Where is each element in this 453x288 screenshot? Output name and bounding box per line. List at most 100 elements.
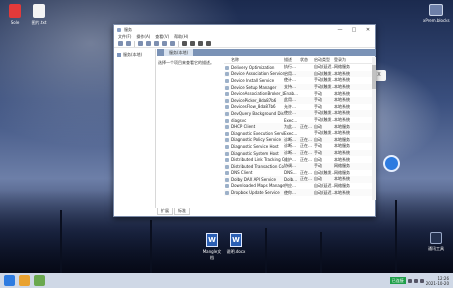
cell-logon-as: 网络服务 [334, 182, 350, 188]
service-icon [225, 65, 229, 70]
menu-help[interactable]: 帮助(H) [174, 34, 188, 40]
scrollbar-thumb[interactable] [372, 65, 376, 89]
desktop-icon[interactable]: W 说明.docx [225, 233, 247, 255]
title-bar[interactable]: 服务 — □ ✕ [114, 25, 375, 34]
volume-icon[interactable] [413, 278, 418, 283]
floating-assistant-bubble[interactable] [383, 155, 400, 172]
table-row[interactable]: Diagnostic System Host 诊断… 正在… 手动 本地系统 [224, 149, 376, 157]
connection-badge[interactable]: 已连接 [389, 277, 406, 284]
back-icon[interactable] [118, 41, 123, 46]
cell-logon-as: 本地系统 [334, 156, 350, 162]
desktop: Sole 图片.txt xPrem.blocks X W Mangle文档 W … [0, 0, 453, 288]
cell-description: 允许… [284, 103, 296, 109]
forward-icon[interactable] [126, 41, 131, 46]
window-title: 服务 [124, 26, 132, 32]
desktop-icon[interactable]: xPrem.blocks [423, 4, 450, 23]
app-icon[interactable] [34, 275, 45, 286]
pause-icon[interactable] [198, 41, 203, 46]
service-icon [225, 177, 229, 182]
table-row[interactable]: DNS Client DNS… 正在… 自动(触发… 网络服务 [224, 170, 376, 177]
desktop-icon[interactable]: 图片.txt [27, 4, 51, 26]
cell-status: 正在… [300, 176, 312, 182]
cell-startup-type: 自动(触发… [314, 169, 334, 175]
menu-view[interactable]: 查看(V) [155, 34, 169, 40]
column-header-description[interactable]: 描述 [284, 57, 300, 63]
column-header-startup-type[interactable]: 启动类型 [314, 57, 334, 63]
cell-logon-as: 本地系统 [334, 110, 350, 116]
table-row[interactable]: Distributed Transaction Co… 协调… 手动 网络服务 [224, 162, 376, 170]
minimize-button[interactable]: — [333, 27, 347, 33]
service-icon [225, 158, 229, 163]
restart-icon[interactable] [206, 41, 211, 46]
cell-name: Diagnostic Policy Service [224, 137, 284, 143]
services-app-icon [117, 27, 121, 32]
start-icon[interactable] [4, 275, 15, 286]
app-icon[interactable] [19, 275, 30, 286]
cell-logon-as: 网络服务 [334, 169, 350, 175]
tab-standard[interactable]: 标准 [174, 208, 190, 215]
stop-icon[interactable] [190, 41, 195, 46]
table-row[interactable]: Device Association Service 启用… 自动(触发… 本地系统 [224, 70, 376, 78]
play-icon[interactable] [182, 41, 187, 46]
table-row[interactable]: DeviceAssociationBroker_b… Enab… 手动 本地系统 [224, 90, 376, 97]
cell-name: Device Setup Manager [224, 85, 284, 90]
column-header-logon-as[interactable]: 登录为 [334, 57, 358, 63]
cell-startup-type: 手动(触发… [314, 117, 334, 123]
services-list: 名称 描述 状态 启动类型 登录为 Delivery Optimization 执… [224, 57, 376, 208]
cell-logon-as: 本地系统 [334, 150, 350, 156]
table-row[interactable]: Distributed Link Tracking C… 维护… 正在… 自动 本地系统 [224, 156, 376, 163]
menu-action[interactable]: 操作(A) [136, 34, 150, 40]
table-row[interactable]: Downloaded Maps Manager 供应… 自动(延迟… 网络服务 [224, 183, 376, 190]
tree-node-label: 服务(本地) [123, 52, 143, 57]
language-icon[interactable] [419, 278, 424, 283]
cell-logon-as: 本地系统 [334, 189, 350, 195]
table-row[interactable]: DHCP Client 为此… 正在… 自动 本地服务 [224, 123, 376, 130]
app-icon [429, 4, 443, 16]
table-row[interactable]: Dolby DAX API Service Dolb… 正在… 自动 本地系统 [224, 176, 376, 183]
cell-description: 启用… [284, 70, 296, 76]
refresh-icon[interactable] [154, 41, 159, 46]
table-row[interactable]: Diagnostic Execution Service Exec… 手动(触发… 本… [224, 130, 376, 137]
desktop-icon[interactable]: 通讯工具 [424, 232, 448, 252]
cell-logon-as: 本地服务 [334, 123, 350, 129]
tree-node-services-local[interactable]: 服务(本地) [115, 49, 155, 61]
table-row[interactable]: Diagnostic Service Host 诊断… 正在… 手动 本地服务 [224, 143, 376, 150]
cell-startup-type: 手动 [314, 90, 322, 96]
table-row[interactable]: DevQuery Background Dis… 使应… 手动(触发… 本地系统 [224, 110, 376, 117]
table-row[interactable]: Device Setup Manager 支持… 手动(触发… 本地系统 [224, 83, 376, 91]
tab-extended[interactable]: 扩展 [157, 208, 173, 215]
desktop-icon[interactable]: W Mangle文档 [201, 233, 223, 261]
menu-file[interactable]: 文件(F) [118, 34, 131, 40]
help-icon[interactable] [170, 41, 175, 46]
table-row[interactable]: Delivery Optimization 执行… 自动(延迟… 网络服务 [224, 64, 376, 71]
cell-startup-type: 手动 [314, 97, 322, 103]
cell-description: 支持… [284, 84, 296, 90]
service-name-text: Dolby DAX API Service [231, 176, 276, 182]
vertical-scrollbar[interactable] [372, 57, 376, 200]
cell-status: 正在… [300, 136, 312, 142]
table-row[interactable]: Device Install Service 使计… 手动(触发… 本地系统 [224, 77, 376, 84]
list-body: Delivery Optimization 执行… 自动(延迟… 网络服务 Device… [224, 64, 376, 196]
desktop-icon-label: Sole [10, 20, 20, 25]
cell-logon-as: 本地系统 [334, 70, 350, 76]
taskbar-clock[interactable]: 12:26 2021-10-20 [426, 276, 449, 286]
service-name-text: DevQuery Background Dis… [231, 110, 284, 116]
table-row[interactable]: diagsvc Exec… 手动(触发… 本地系统 [224, 117, 376, 124]
cell-description: 维护… [284, 156, 296, 162]
maximize-button[interactable]: □ [347, 27, 361, 33]
column-header-name[interactable]: 名称 [224, 57, 284, 63]
desktop-icon[interactable]: Sole [3, 4, 27, 25]
table-row[interactable]: DevicePicker_8da87b6 此用… 手动 本地系统 [224, 96, 376, 104]
export-icon[interactable] [162, 41, 167, 46]
network-icon[interactable] [407, 278, 412, 283]
close-button[interactable]: ✕ [361, 27, 375, 33]
properties-icon[interactable] [146, 41, 151, 46]
show-tree-icon[interactable] [138, 41, 143, 46]
service-icon [225, 171, 229, 176]
cell-status: 正在… [300, 150, 312, 156]
table-row[interactable]: Dropbox Update Service 使你… 自动(延迟… 本地系统 [224, 189, 376, 196]
table-row[interactable]: DevicesFlow_8da87b6 允许… 手动 本地系统 [224, 104, 376, 111]
cell-name: Distributed Link Tracking C… [224, 157, 284, 163]
column-header-status[interactable]: 状态 [300, 57, 314, 63]
table-row[interactable]: Diagnostic Policy Service 诊断… 正在… 自动 本地服务 [224, 136, 376, 144]
